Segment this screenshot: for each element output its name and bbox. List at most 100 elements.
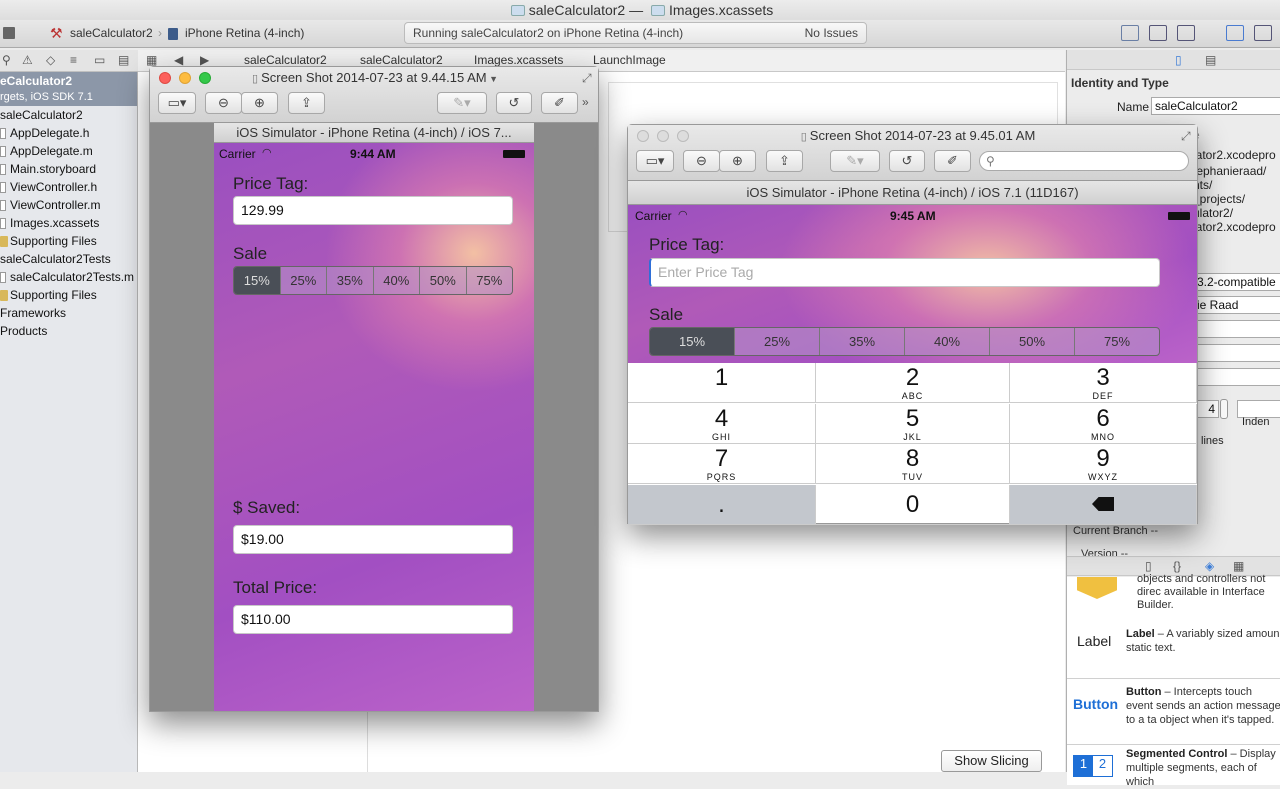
test-icon[interactable]: ◇ <box>46 53 55 67</box>
segment-75[interactable]: 75% <box>1074 328 1159 355</box>
navigator-item[interactable]: Images.xcassets <box>0 214 137 232</box>
navigator-item[interactable]: Products <box>0 322 137 340</box>
navigator-toggle-icon[interactable] <box>1226 25 1244 41</box>
navigator-item[interactable]: ViewController.h <box>0 178 137 196</box>
price-tag-field[interactable]: 129.99 <box>233 196 513 225</box>
class-prefix-field[interactable] <box>1193 320 1280 338</box>
media-library-icon[interactable]: ▦ <box>1233 559 1244 573</box>
navigator-item[interactable]: saleCalculator2Tests <box>0 250 137 268</box>
chevron-down-icon[interactable]: ▼ <box>487 74 498 84</box>
view-menu-button[interactable]: ▭▾ <box>636 150 674 172</box>
edit-icon[interactable]: ✐ <box>541 92 578 114</box>
text-field[interactable] <box>1193 344 1280 362</box>
share-icon[interactable]: ⇪ <box>288 92 325 114</box>
minimize-button[interactable] <box>657 130 669 142</box>
delete-key[interactable] <box>1010 485 1197 525</box>
segment-50[interactable]: 50% <box>989 328 1074 355</box>
standard-editor-icon[interactable] <box>1121 25 1139 41</box>
search-icon[interactable]: ⚲ <box>2 53 11 67</box>
project-row[interactable]: eCalculator2 <box>0 72 137 90</box>
navigator-item[interactable]: ViewController.m <box>0 196 137 214</box>
view-menu-button[interactable]: ▭▾ <box>158 92 196 114</box>
segment-50[interactable]: 50% <box>419 267 466 294</box>
object-library-icon[interactable]: ◈ <box>1205 559 1214 573</box>
zoom-out-icon[interactable]: ⊖ <box>683 150 720 172</box>
edit-icon[interactable]: ✐ <box>934 150 971 172</box>
segment-40[interactable]: 40% <box>904 328 989 355</box>
warning-icon[interactable]: ⚠ <box>22 53 33 67</box>
keypad-key[interactable]: 5 JKL <box>816 404 1010 444</box>
rotate-icon[interactable]: ↺ <box>889 150 925 172</box>
quick-help-icon[interactable]: ▤ <box>1205 53 1216 67</box>
navigator-item[interactable]: AppDelegate.m <box>0 142 137 160</box>
markup-icon[interactable]: ✎▾ <box>830 150 880 172</box>
keypad-key[interactable]: 1 <box>628 363 816 403</box>
close-button[interactable] <box>159 72 171 84</box>
segment-35[interactable]: 35% <box>326 267 373 294</box>
stepper[interactable] <box>1220 399 1228 419</box>
zoom-button[interactable] <box>677 130 689 142</box>
keypad-key[interactable]: 9 WXYZ <box>1010 444 1197 484</box>
file-template-icon[interactable]: ▯ <box>1145 559 1152 573</box>
file-inspector-icon[interactable]: ▯ <box>1175 53 1182 67</box>
keypad-key[interactable]: 6 MNO <box>1010 404 1197 444</box>
overflow-icon[interactable]: » <box>582 95 589 109</box>
organization-field[interactable]: ie Raad <box>1193 296 1280 314</box>
segment-35[interactable]: 35% <box>819 328 904 355</box>
zoom-in-icon[interactable]: ⊕ <box>241 92 278 114</box>
debug-toggle-icon[interactable] <box>1254 25 1272 41</box>
navigator-item[interactable]: Supporting Files <box>0 286 137 304</box>
rotate-icon[interactable]: ↺ <box>496 92 532 114</box>
segment-40[interactable]: 40% <box>372 267 420 294</box>
breadcrumb-asset[interactable]: LaunchImage <box>593 50 666 71</box>
show-slicing-button[interactable]: Show Slicing <box>941 750 1042 772</box>
compat-popup[interactable]: 3.2-compatible <box>1193 273 1280 291</box>
code-snippet-icon[interactable]: {} <box>1173 559 1181 573</box>
indent-width-field[interactable]: 4 <box>1197 400 1219 418</box>
device-selector[interactable]: iPhone Retina (4-inch) <box>185 26 304 40</box>
navigator-item[interactable]: saleCalculator2 <box>0 106 137 124</box>
price-tag-field[interactable]: Enter Price Tag <box>649 258 1160 287</box>
keypad-key[interactable]: 0 <box>816 485 1010 525</box>
zoom-out-icon[interactable]: ⊖ <box>205 92 242 114</box>
name-field[interactable]: saleCalculator2 <box>1151 97 1280 115</box>
zoom-in-icon[interactable]: ⊕ <box>719 150 756 172</box>
segment-15[interactable]: 15% <box>234 267 280 294</box>
segment-15[interactable]: 15% <box>650 328 734 355</box>
navigator-item[interactable]: Frameworks <box>0 304 137 322</box>
debug-icon[interactable]: ≡ <box>70 53 77 67</box>
keypad-key[interactable]: 8 TUV <box>816 444 1010 484</box>
share-icon[interactable]: ⇪ <box>766 150 803 172</box>
version-editor-icon[interactable] <box>1177 25 1195 41</box>
segment-75[interactable]: 75% <box>465 267 513 294</box>
keypad-key[interactable]: 7 PQRS <box>628 444 816 484</box>
segment-25[interactable]: 25% <box>279 267 327 294</box>
keypad-key[interactable]: 3 DEF <box>1010 363 1197 403</box>
markup-icon[interactable]: ✎▾ <box>437 92 487 114</box>
keypad-key[interactable]: 2 ABC <box>816 363 1010 403</box>
library-item-label[interactable]: Label Label – A variably sized amoun sta… <box>1067 613 1280 679</box>
fullscreen-icon[interactable]: ⤢ <box>582 71 592 86</box>
library-item-segmented[interactable]: 12 Segmented Control – Display multiple … <box>1067 745 1280 788</box>
text-field[interactable] <box>1193 368 1280 386</box>
scheme-selector[interactable]: saleCalculator2 <box>70 26 153 40</box>
navigator-item[interactable]: Main.storyboard <box>0 160 137 178</box>
library-item-button[interactable]: Button Button – Intercepts touch event s… <box>1067 679 1280 745</box>
navigator-item[interactable]: AppDelegate.h <box>0 124 137 142</box>
sale-segmented-control[interactable]: 15% 25% 35% 40% 50% 75% <box>233 266 513 295</box>
log-icon[interactable]: ▤ <box>118 53 129 67</box>
minimize-button[interactable] <box>179 72 191 84</box>
segment-25[interactable]: 25% <box>734 328 819 355</box>
fullscreen-icon[interactable]: ⤢ <box>1181 129 1191 144</box>
navigator-item[interactable]: saleCalculator2Tests.m <box>0 268 137 286</box>
total-price-field[interactable]: $110.00 <box>233 605 513 634</box>
sale-segmented-control[interactable]: 15% 25% 35% 40% 50% 75% <box>649 327 1160 356</box>
keypad-key[interactable]: 4 GHI <box>628 404 816 444</box>
assistant-editor-icon[interactable] <box>1149 25 1167 41</box>
search-field[interactable]: ⚲ <box>979 151 1189 171</box>
stop-button[interactable] <box>3 27 15 39</box>
close-button[interactable] <box>637 130 649 142</box>
saved-field[interactable]: $19.00 <box>233 525 513 554</box>
breakpoint-icon[interactable]: ▭ <box>94 53 105 67</box>
navigator-item[interactable]: Supporting Files <box>0 232 137 250</box>
